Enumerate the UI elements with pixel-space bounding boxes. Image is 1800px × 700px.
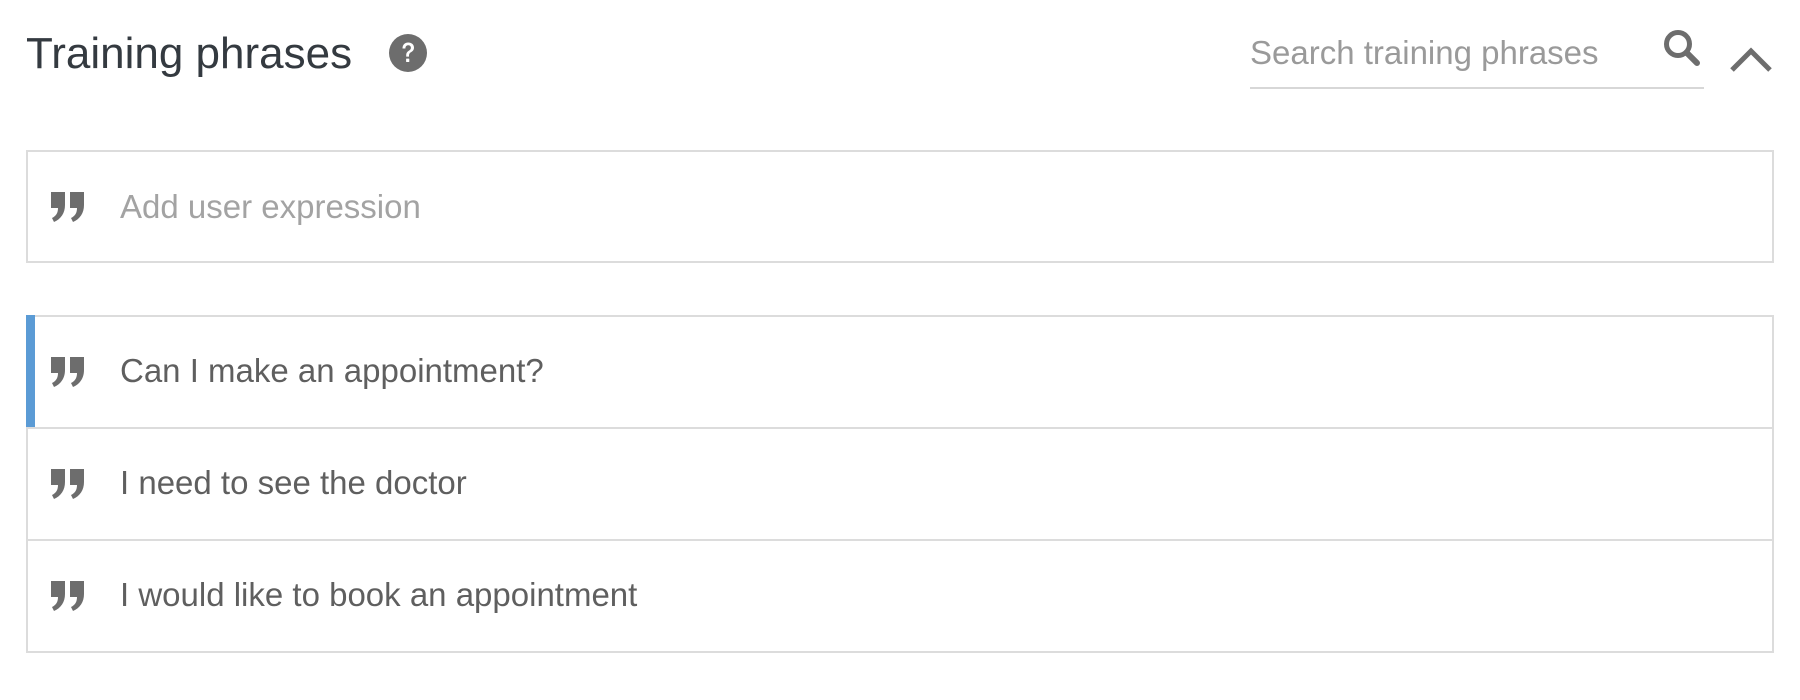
training-phrases-panel: Training phrases Search training phrases… [0, 0, 1800, 700]
section-header: Training phrases [26, 20, 1800, 90]
add-expression-row[interactable] [26, 150, 1774, 263]
chevron-up-icon[interactable] [1726, 34, 1776, 84]
training-phrase-text[interactable]: I would like to book an appointment [120, 575, 637, 615]
search-field[interactable] [1250, 20, 1704, 89]
help-circle-icon[interactable] [388, 33, 428, 73]
training-phrase-text[interactable]: Can I make an appointment? [120, 351, 544, 391]
quote-icon [51, 469, 84, 499]
quote-icon [51, 192, 84, 222]
section-title: Training phrases [26, 29, 353, 78]
quote-icon [51, 357, 84, 387]
quote-icon [51, 581, 84, 611]
training-phrase-text[interactable]: I need to see the doctor [120, 463, 467, 503]
search-icon[interactable] [1660, 26, 1704, 70]
training-phrase-row[interactable]: I need to see the doctor [28, 429, 1772, 541]
add-expression-input[interactable] [120, 182, 1720, 232]
training-phrase-row[interactable]: Can I make an appointment? [26, 315, 1772, 429]
search-input[interactable] [1250, 30, 1630, 76]
training-phrase-list: Can I make an appointment? I need to see… [26, 315, 1774, 653]
training-phrase-row[interactable]: I would like to book an appointment [28, 541, 1772, 651]
